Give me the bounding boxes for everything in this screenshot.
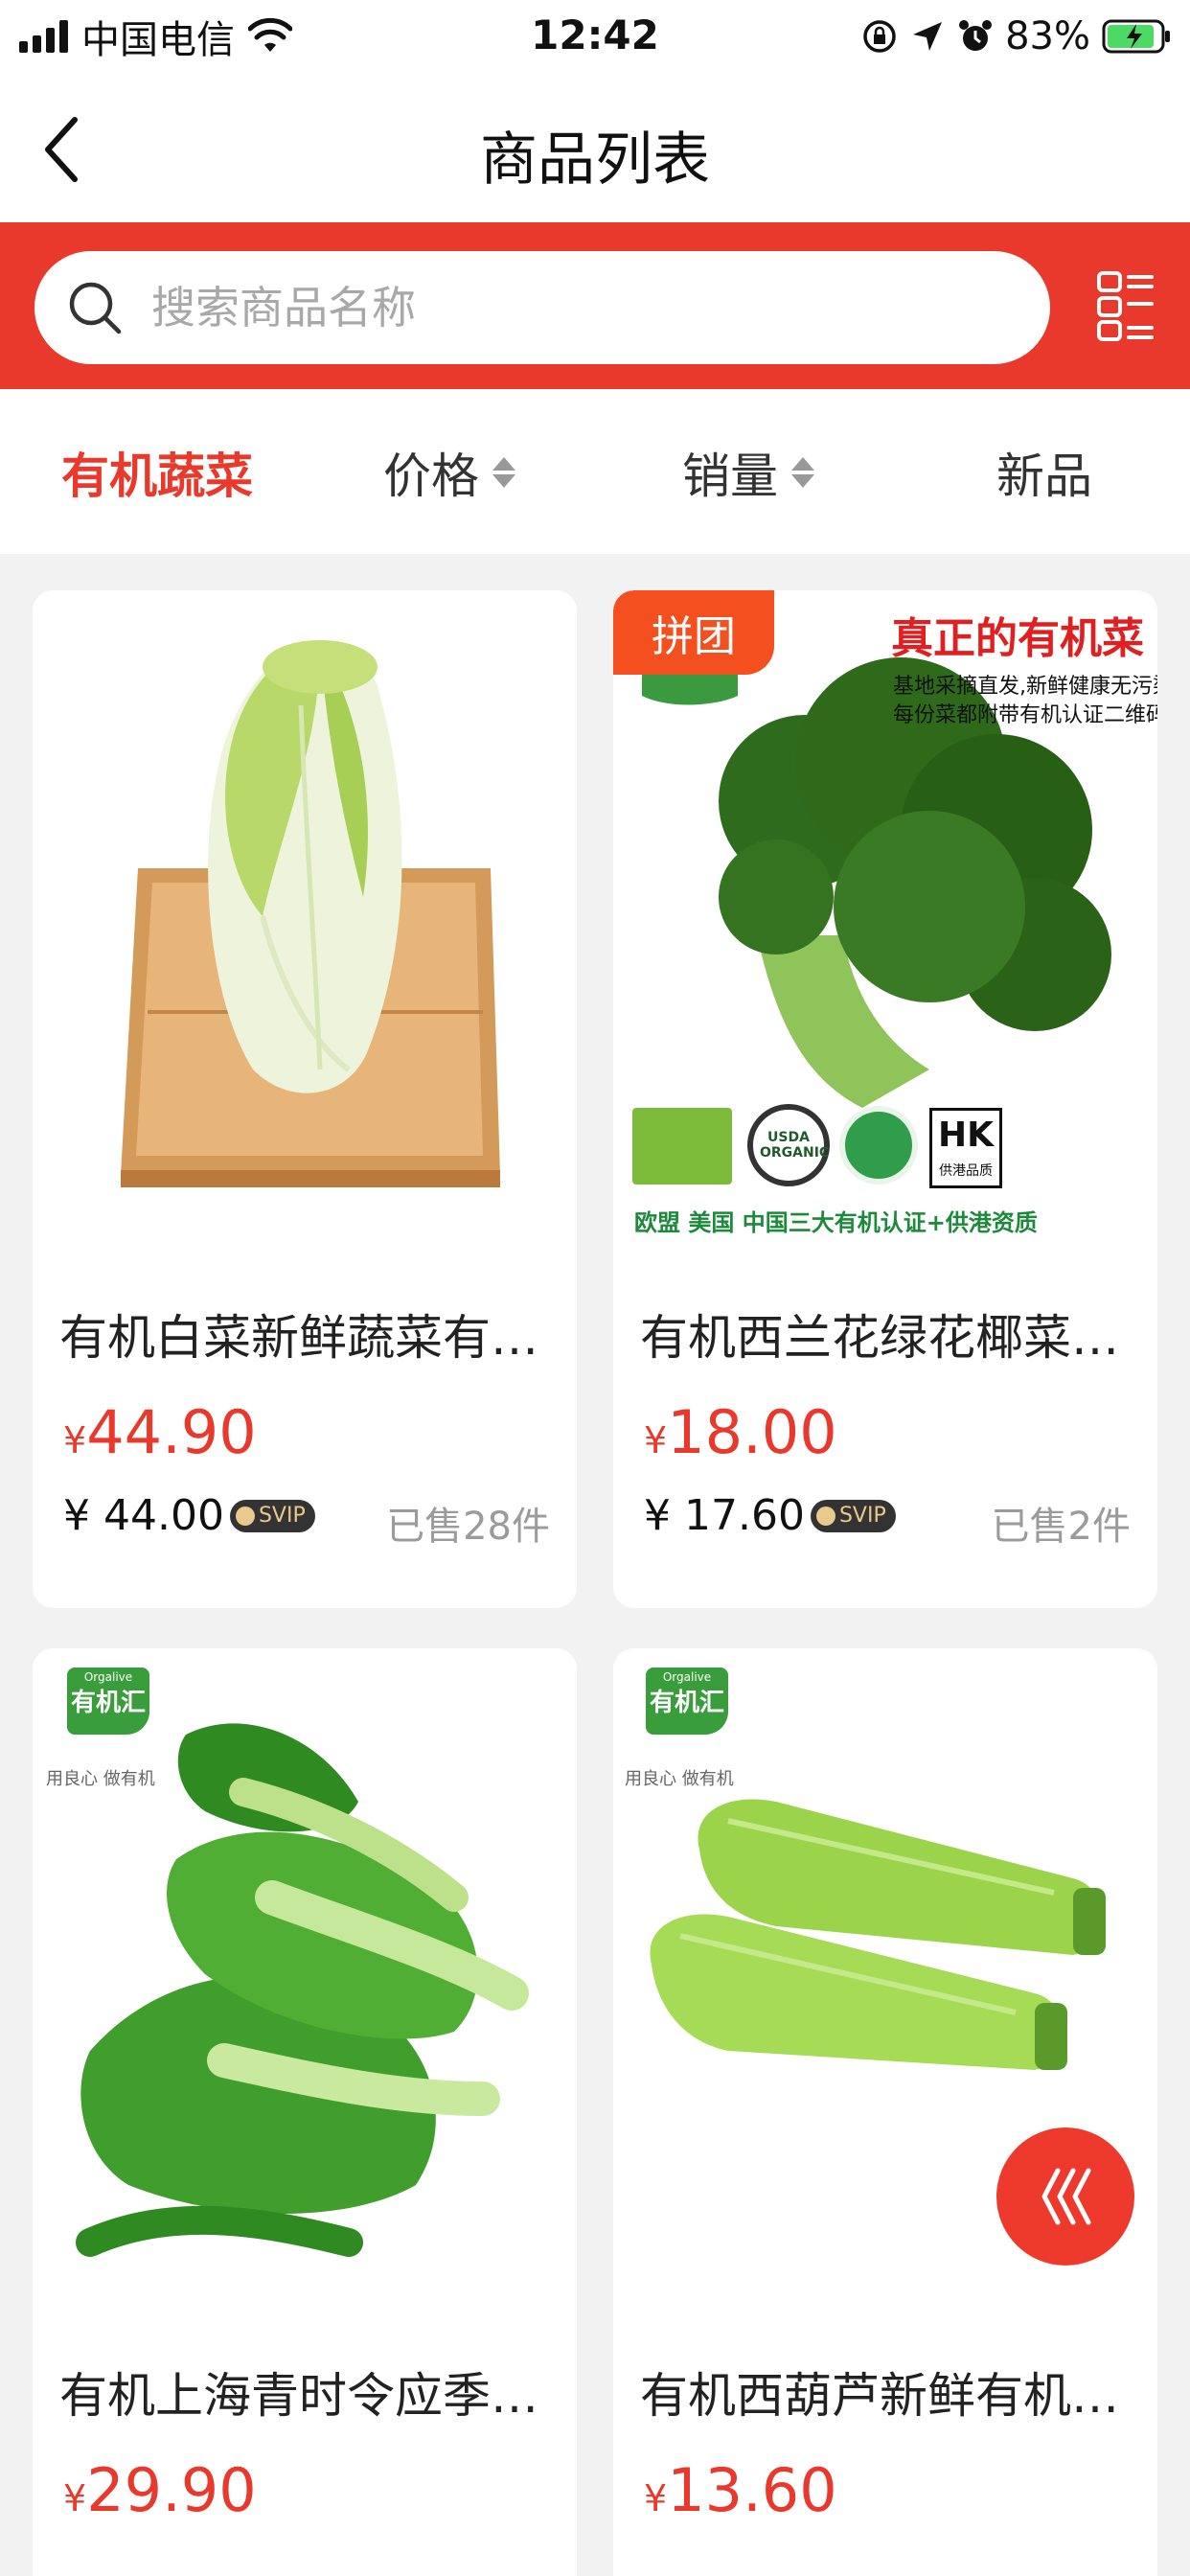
battery-charging-icon: [1102, 19, 1170, 54]
sort-arrows-icon: [492, 457, 515, 488]
product-card[interactable]: Orgalive 有机汇 用良心 做有机 有机上海青时令应季… ¥29.90: [33, 1648, 577, 2576]
price-value: 18.00: [667, 1397, 837, 1467]
certification-text: 欧盟 美国 中国三大有机认证+供港资质: [634, 1209, 1038, 1236]
vip-price: ¥ 44.00 SVIP: [63, 1491, 315, 1540]
eu-organic-logo: [632, 1108, 732, 1184]
tab-label: 新品: [996, 448, 1092, 504]
product-name: 有机西葫芦新鲜有机…: [640, 2368, 1119, 2424]
product-name: 有机上海青时令应季…: [59, 2368, 538, 2424]
status-bar: 中国电信 12:42 83%: [0, 0, 1190, 73]
crown-icon: [815, 1506, 835, 1526]
sort-arrows-icon: [791, 457, 814, 488]
vip-price-value: ¥ 44.00: [63, 1491, 224, 1540]
product-price: ¥29.90: [63, 2455, 257, 2525]
hk-sub: 供港品质: [939, 1163, 993, 1179]
usda-organic-logo: USDA ORGANIC: [747, 1104, 830, 1186]
page-title: 商品列表: [480, 126, 710, 194]
tab-sales[interactable]: 销量: [682, 439, 814, 506]
tab-label: 有机蔬菜: [61, 448, 253, 504]
triple-chevron-left-icon: [1041, 2168, 1091, 2225]
svip-label: SVIP: [838, 1504, 886, 1528]
search-bar: [0, 222, 1190, 389]
navigation-bar: 商品列表: [0, 73, 1190, 222]
price-value: 13.60: [667, 2455, 837, 2525]
sold-count: 已售2件: [991, 1505, 1131, 1549]
price-value: 44.90: [86, 1397, 257, 1467]
search-icon: [69, 282, 122, 334]
group-buy-tag: 拼团: [613, 590, 774, 675]
brand-logo-en: Orgalive: [662, 1670, 712, 1684]
tab-new[interactable]: 新品: [996, 439, 1092, 506]
currency-symbol: ¥: [63, 2477, 87, 2519]
product-card[interactable]: 有机白菜新鲜蔬菜有… ¥44.90 ¥ 44.00 SVIP 已售28件: [33, 590, 577, 1608]
list-layout-icon[interactable]: [1096, 268, 1156, 341]
rotation-lock-icon: [863, 20, 896, 53]
floating-menu-button[interactable]: [996, 2128, 1134, 2266]
china-organic-logo: [839, 1106, 918, 1184]
brand-logo-en: Orgalive: [83, 1670, 133, 1684]
location-icon: [913, 22, 943, 51]
tab-label: 价格: [383, 448, 479, 504]
tab-price[interactable]: 价格: [383, 439, 515, 506]
product-name: 有机西兰花绿花椰菜…: [640, 1310, 1119, 1366]
currency-symbol: ¥: [644, 2477, 668, 2519]
brand-slogan: 用良心 做有机: [46, 1769, 155, 1789]
brand-slogan: 用良心 做有机: [625, 1769, 734, 1789]
sold-count: 已售28件: [386, 1505, 550, 1549]
banner-line-2: 每份菜都附带有机认证二维码: [893, 703, 1157, 727]
brand-logo: Orgalive 有机汇: [646, 1668, 728, 1735]
crown-icon: [235, 1506, 255, 1526]
currency-symbol: ¥: [63, 1419, 87, 1461]
search-input[interactable]: [151, 282, 995, 334]
tab-organic-vegetables[interactable]: 有机蔬菜: [61, 439, 253, 506]
svip-label: SVIP: [258, 1504, 306, 1528]
product-price: ¥44.90: [63, 1397, 257, 1467]
battery-percent: 83%: [1005, 14, 1090, 58]
filter-tabs: 有机蔬菜 价格 销量 新品: [0, 389, 1190, 554]
hk-text: HK: [937, 1116, 995, 1155]
currency-symbol: ¥: [644, 1419, 668, 1461]
vip-price-value: ¥ 17.60: [644, 1491, 805, 1540]
product-image: [33, 590, 577, 1261]
svip-badge: SVIP: [810, 1499, 896, 1532]
status-right: 83%: [861, 13, 1171, 59]
product-card[interactable]: Orgalive 有机汇 用良心 做有机 有机西葫芦新鲜有机… ¥13.60: [613, 1648, 1157, 2576]
banner-line-1: 基地采摘直发,新鲜健康无污染: [893, 675, 1157, 699]
price-value: 29.90: [86, 2455, 257, 2525]
tab-label: 销量: [682, 448, 778, 504]
svip-badge: SVIP: [229, 1499, 315, 1532]
product-price: ¥18.00: [644, 1397, 837, 1467]
hk-quality-logo: HK 供港品质: [929, 1108, 1002, 1188]
product-name: 有机白菜新鲜蔬菜有…: [59, 1310, 538, 1366]
usda-text: USDA ORGANIC: [760, 1130, 830, 1161]
vip-price: ¥ 17.60 SVIP: [644, 1491, 896, 1540]
product-card[interactable]: 真正的有机菜 基地采摘直发,新鲜健康无污染 每份菜都附带有机认证二维码 USDA…: [613, 590, 1157, 1608]
brand-logo: Orgalive 有机汇: [67, 1668, 149, 1735]
search-box[interactable]: [34, 251, 1050, 364]
product-image: [33, 1648, 577, 2319]
banner-title: 真正的有机菜: [891, 614, 1144, 663]
alarm-icon: [959, 20, 993, 51]
brand-logo-cn: 有机汇: [649, 1689, 724, 1717]
product-price: ¥13.60: [644, 2455, 837, 2525]
brand-logo-cn: 有机汇: [70, 1689, 146, 1717]
